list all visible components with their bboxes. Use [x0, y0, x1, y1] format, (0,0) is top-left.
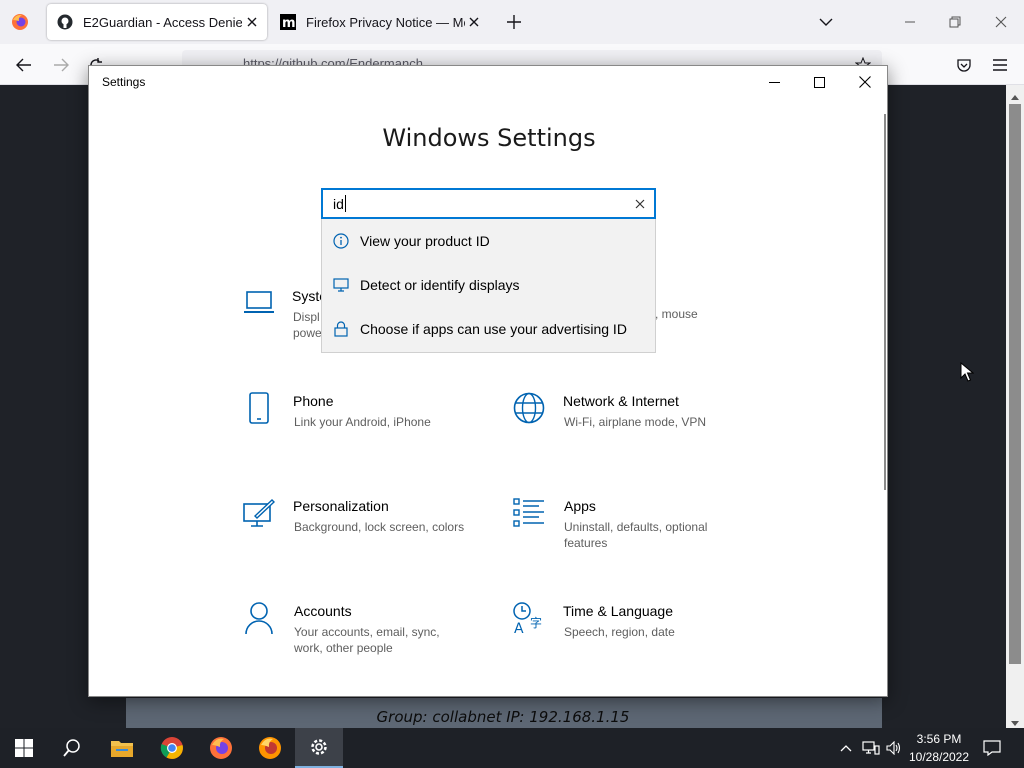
tile-name: Accounts [294, 603, 352, 619]
tile-network[interactable]: Network & Internet Wi-Fi, airplane mode,… [512, 391, 752, 451]
tile-name: Network & Internet [563, 393, 679, 409]
suggestion-advertising-id[interactable]: Choose if apps can use your advertising … [322, 307, 657, 351]
firefox-nightly-icon[interactable] [246, 728, 294, 768]
tile-desc: Uninstall, defaults, optional features [564, 520, 708, 550]
new-tab-icon[interactable] [500, 8, 528, 36]
globe-icon [512, 391, 546, 425]
tile-desc: Wi-Fi, airplane mode, VPN [564, 415, 707, 429]
mouse-cursor-icon [960, 361, 975, 387]
tile-desc: Speech, region, date [564, 625, 675, 639]
tile-phone[interactable]: Phone Link your Android, iPhone [242, 391, 482, 451]
tile-desc: Link your Android, iPhone [294, 415, 431, 429]
tile-name: Time & Language [563, 603, 673, 619]
page-scrollbar-thumb[interactable] [1009, 104, 1021, 664]
search-suggestions: View your product ID Detect or identify … [321, 219, 656, 353]
clock-date[interactable]: 10/28/2022 [906, 750, 972, 764]
person-icon [242, 601, 276, 635]
lock-icon [332, 320, 350, 338]
settings-taskbar-icon[interactable] [295, 728, 343, 768]
list-tabs-icon[interactable] [812, 8, 840, 36]
firefox-icon[interactable] [197, 728, 245, 768]
apps-icon [512, 496, 546, 530]
close-tab-icon[interactable] [465, 12, 484, 32]
tile-accounts[interactable]: Accounts Your accounts, email, sync, wor… [242, 601, 482, 661]
search-input[interactable]: id [321, 188, 656, 219]
scroll-up-icon[interactable] [1010, 88, 1020, 106]
search-value: id [333, 195, 344, 212]
suggestion-label: View your product ID [360, 233, 490, 249]
file-explorer-icon[interactable] [98, 728, 146, 768]
svg-text:A: A [514, 621, 524, 635]
tab-e2guardian[interactable]: E2Guardian - Access Denied [47, 4, 267, 40]
tile-desc: Background, lock screen, colors [294, 520, 465, 534]
maximize-button[interactable] [796, 66, 842, 98]
restore-icon[interactable] [941, 8, 969, 36]
tile-desc: Your accounts, email, sync, work, other … [294, 625, 440, 655]
tile-time-language[interactable]: A字 Time & Language Speech, region, date [512, 601, 752, 661]
window-title: Settings [102, 75, 146, 89]
settings-window: Settings Windows Settings Syste Displ po… [88, 65, 888, 697]
forward-icon[interactable] [48, 52, 74, 78]
tab-firefox-privacy[interactable]: m Firefox Privacy Notice — Mozilla [270, 4, 490, 40]
clock-time[interactable]: 3:56 PM [906, 732, 972, 746]
chrome-icon[interactable] [148, 728, 196, 768]
start-button[interactable] [0, 728, 48, 768]
svg-text:字: 字 [530, 615, 542, 630]
suggestion-label: Choose if apps can use your advertising … [360, 321, 627, 337]
suggestion-identify-displays[interactable]: Detect or identify displays [322, 263, 657, 307]
mozilla-icon: m [280, 14, 296, 30]
close-tab-icon[interactable] [242, 12, 261, 32]
pocket-icon[interactable] [951, 52, 977, 78]
display-icon [332, 276, 350, 294]
tile-apps[interactable]: Apps Uninstall, defaults, optional featu… [512, 496, 752, 556]
show-hidden-icons-icon[interactable] [836, 728, 856, 768]
github-icon [57, 14, 73, 30]
search-icon[interactable] [48, 728, 96, 768]
tile-name: Apps [564, 498, 596, 514]
text-caret [344, 195, 346, 212]
tile-name: Phone [293, 393, 334, 409]
tab-label: E2Guardian - Access Denied [83, 14, 243, 30]
phone-icon [242, 391, 276, 425]
personalization-icon [242, 496, 276, 530]
info-icon [332, 232, 350, 250]
back-icon[interactable] [11, 52, 37, 78]
page-title: Windows Settings [382, 124, 596, 152]
close-button[interactable] [842, 66, 888, 98]
tile-personalization[interactable]: Personalization Background, lock screen,… [242, 496, 482, 556]
settings-scrollbar[interactable] [884, 114, 886, 490]
close-window-icon[interactable] [987, 8, 1015, 36]
firefox-menu-icon[interactable] [10, 12, 30, 32]
notifications-icon[interactable] [978, 728, 1006, 768]
volume-icon[interactable] [884, 728, 904, 768]
network-icon[interactable] [860, 728, 882, 768]
minimize-button[interactable] [751, 66, 797, 98]
time-language-icon: A字 [512, 601, 546, 635]
clear-search-icon[interactable] [630, 194, 650, 214]
tile-name: Personalization [293, 498, 389, 514]
laptop-icon [242, 286, 276, 320]
tab-label: Firefox Privacy Notice — Mozilla [306, 14, 465, 30]
svg-text:m: m [282, 16, 296, 30]
suggestion-product-id[interactable]: View your product ID [322, 219, 657, 263]
group-ip-text: Group: collabnet IP: 192.168.1.15 [376, 708, 630, 726]
minimize-icon[interactable] [896, 8, 924, 36]
suggestion-label: Detect or identify displays [360, 277, 520, 293]
hamburger-menu-icon[interactable] [987, 52, 1013, 78]
